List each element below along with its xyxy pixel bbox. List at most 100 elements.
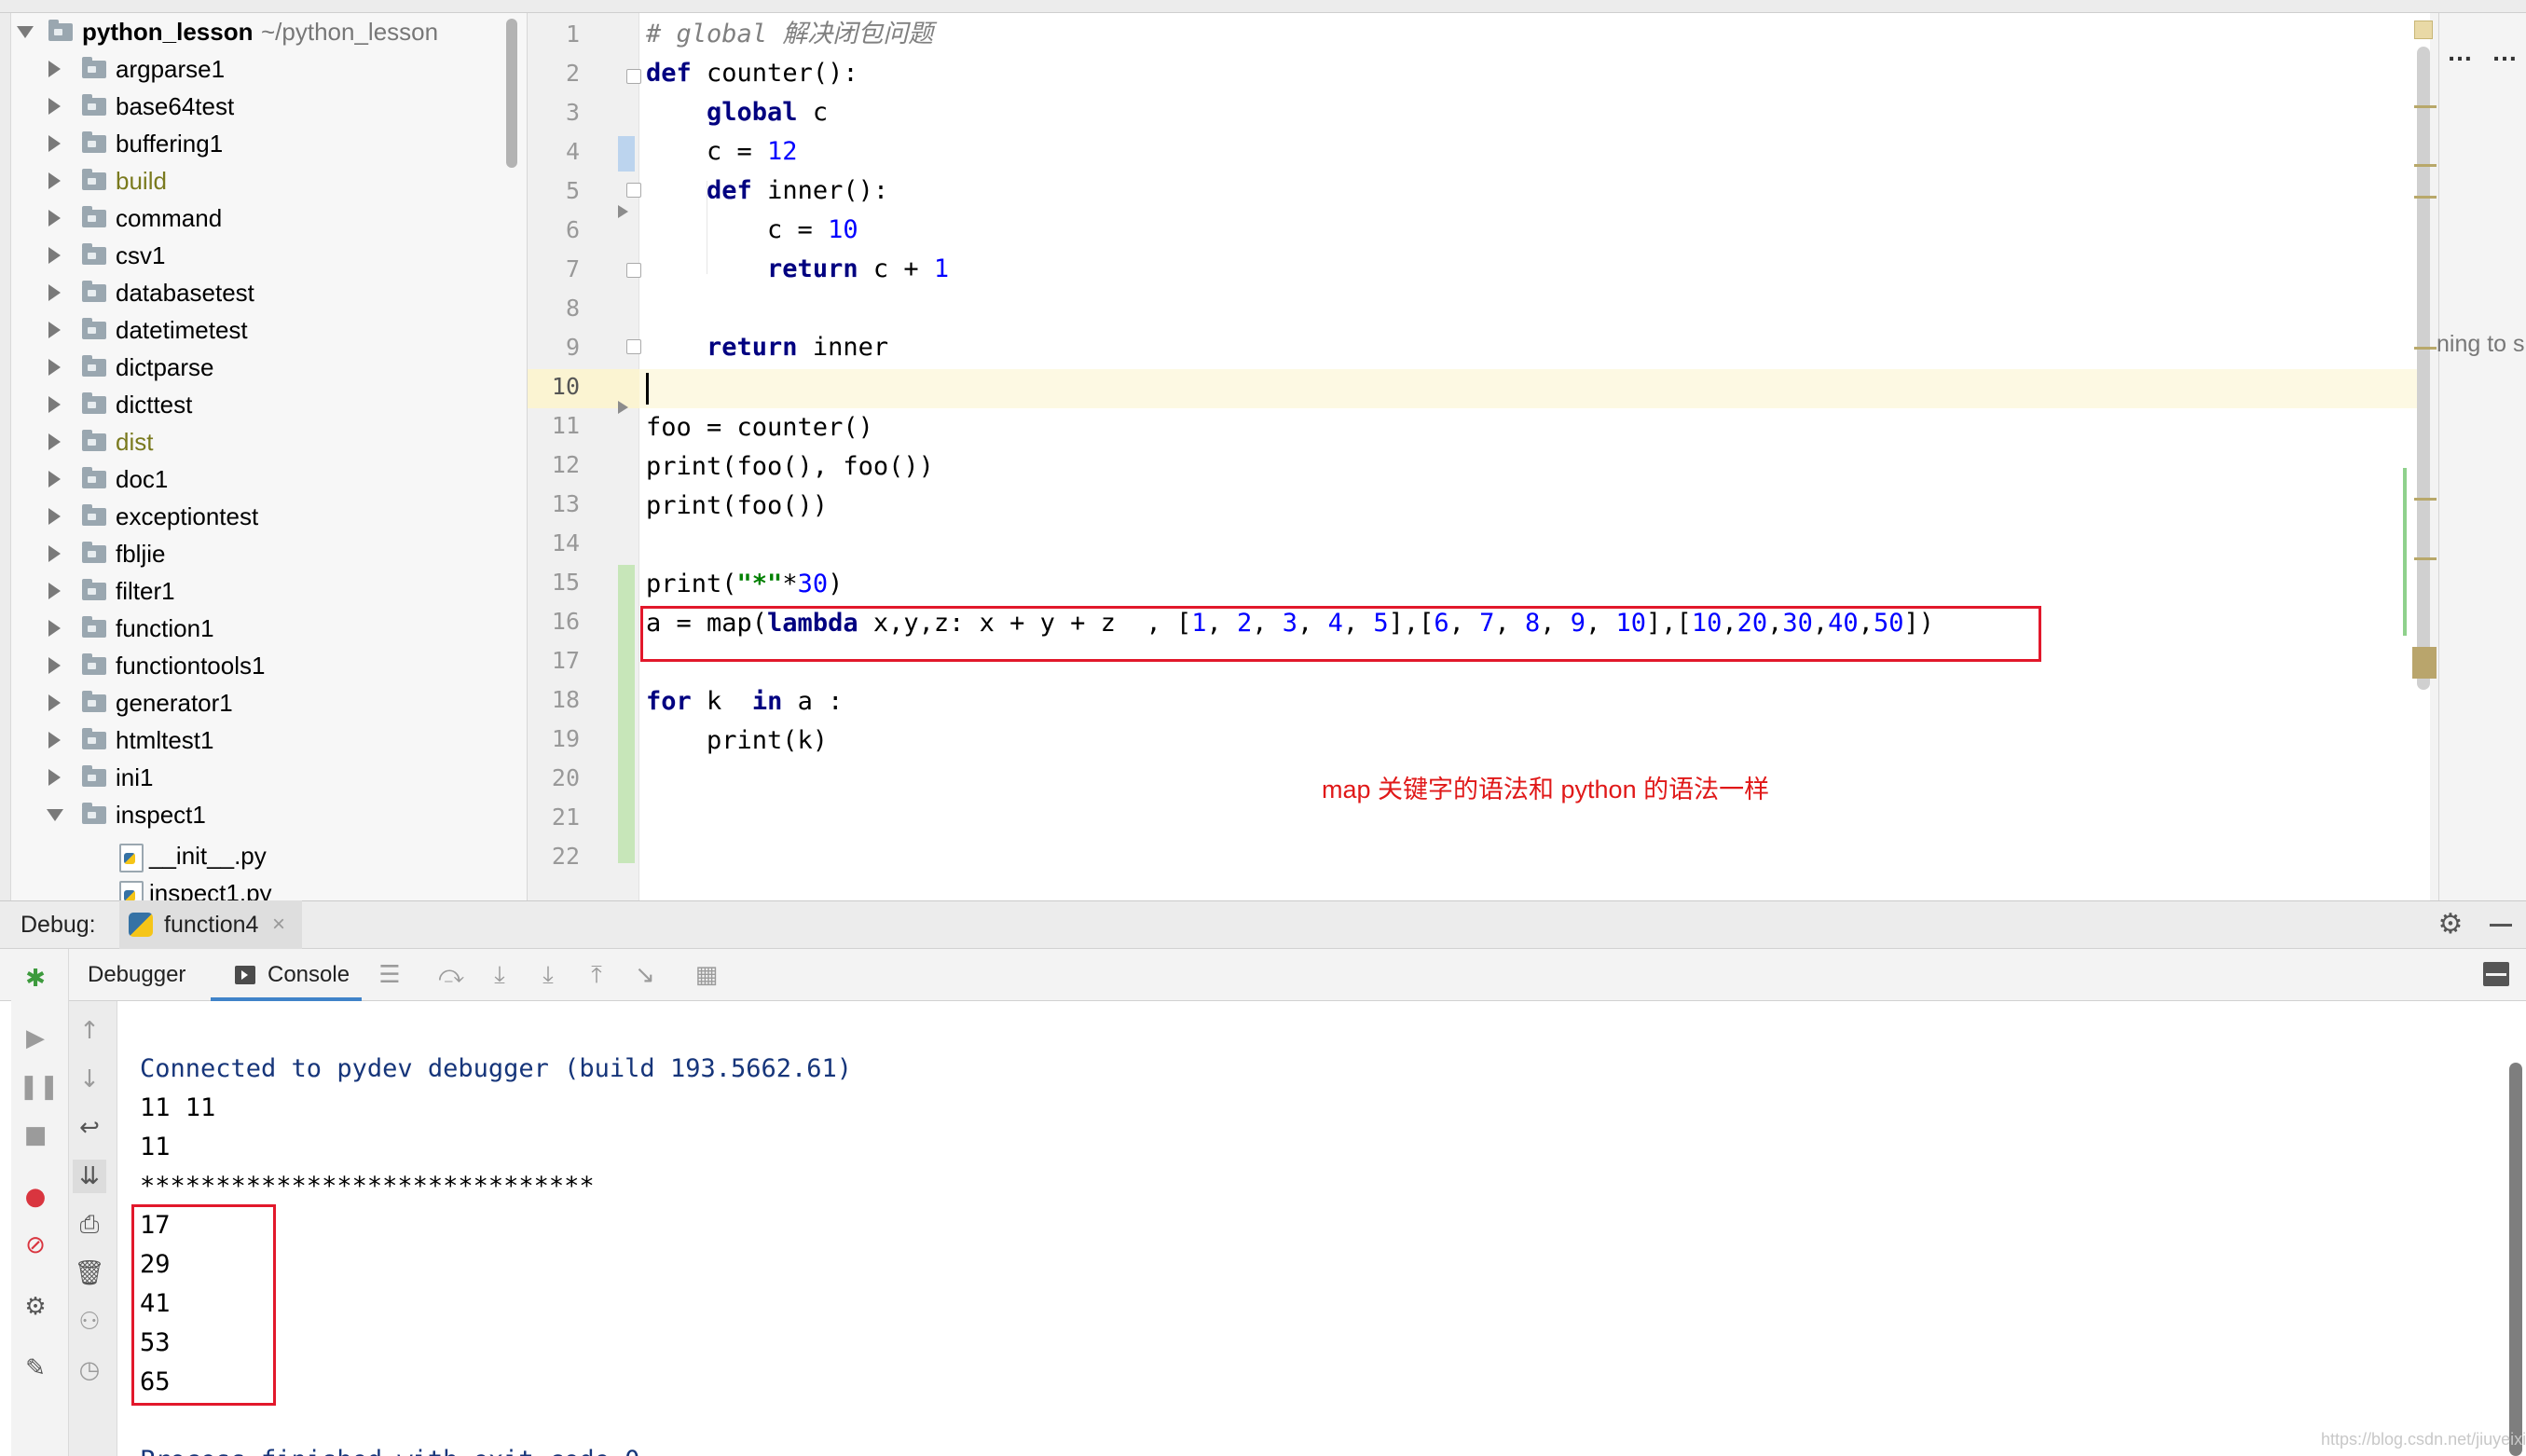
fold-toggle-icon[interactable]	[626, 69, 641, 84]
tree-item-label: base64test	[116, 92, 235, 120]
folder-icon	[82, 206, 106, 227]
stripe-marker[interactable]	[2414, 557, 2437, 560]
python-file-icon	[119, 881, 144, 900]
run-arrow-icon	[618, 401, 628, 414]
tree-scrollbar[interactable]	[506, 19, 517, 168]
tree-item-label: generator1	[116, 689, 233, 717]
vcs-added-marker	[618, 565, 635, 863]
editor-tab-strip[interactable]	[0, 0, 2526, 13]
step-out-icon[interactable]: ⤒	[580, 958, 613, 992]
chevron-right-icon[interactable]	[48, 620, 61, 637]
line-number: 22	[551, 843, 580, 870]
chevron-right-icon[interactable]	[48, 284, 61, 301]
folder-icon	[82, 728, 106, 749]
line-number: 14	[551, 529, 580, 556]
code-line-15: print("*"*30)	[646, 570, 844, 598]
folder-icon	[82, 131, 106, 153]
tree-item-label: argparse1	[116, 55, 226, 83]
settings-icon[interactable]: ⚙	[19, 1290, 52, 1324]
more-options-icon[interactable]: …	[2447, 37, 2473, 67]
chevron-right-icon[interactable]	[48, 322, 61, 338]
fold-toggle-icon[interactable]	[626, 263, 641, 278]
step-over-icon[interactable]: ⤼	[434, 958, 468, 992]
pin-icon[interactable]: ✎	[19, 1352, 52, 1385]
run-to-cursor-icon[interactable]: ↘	[628, 958, 662, 992]
layout-settings-icon[interactable]	[2483, 962, 2509, 986]
close-icon[interactable]: ×	[272, 900, 285, 949]
chevron-right-icon[interactable]	[48, 471, 61, 488]
evaluate-expression-icon[interactable]: ▦	[690, 958, 723, 992]
tree-item-label: doc1	[116, 465, 169, 493]
right-tool-panel: … …	[2438, 13, 2526, 900]
minimize-icon[interactable]	[2486, 910, 2516, 940]
stripe-marker[interactable]	[2414, 498, 2437, 501]
resume-icon[interactable]: ▶	[19, 1022, 52, 1055]
tab-console-label[interactable]: Console	[268, 949, 350, 1001]
stripe-marker-current[interactable]	[2412, 647, 2437, 679]
scroll-to-end-icon[interactable]: ⇊	[73, 1160, 106, 1193]
clear-all-icon[interactable]: 🗑	[73, 1257, 106, 1290]
tree-item-label: buffering1	[116, 130, 224, 158]
fold-toggle-icon[interactable]	[626, 339, 641, 354]
step-into-icon[interactable]: ⤓	[483, 958, 516, 992]
fold-toggle-icon[interactable]	[626, 183, 641, 198]
stop-icon[interactable]: ■	[19, 1119, 52, 1152]
chevron-right-icon[interactable]	[48, 769, 61, 786]
soft-wrap-icon[interactable]: ↩	[73, 1111, 106, 1145]
tree-item-label: dicttest	[116, 391, 193, 419]
chevron-right-icon[interactable]	[48, 135, 61, 152]
line-number: 3	[565, 99, 580, 126]
chevron-right-icon[interactable]	[48, 583, 61, 599]
view-breakpoints-icon[interactable]: ●	[19, 1180, 52, 1214]
chevron-right-icon[interactable]	[48, 98, 61, 115]
chevron-right-icon[interactable]	[48, 694, 61, 711]
chevron-right-icon[interactable]	[48, 508, 61, 525]
python-console-icon[interactable]: ⚇	[73, 1305, 106, 1339]
side-panel-peek-text: ning to s	[2437, 331, 2525, 357]
line-number: 18	[551, 686, 580, 713]
chevron-right-icon[interactable]	[48, 657, 61, 674]
history-icon[interactable]: ◷	[73, 1353, 106, 1387]
chevron-right-icon[interactable]	[48, 210, 61, 227]
chevron-down-icon[interactable]	[17, 26, 34, 38]
bug-icon[interactable]: ✱	[19, 962, 52, 996]
project-tree: python_lesson ~/python_lesson argparse1 b…	[0, 13, 528, 900]
code-line-2: def counter():	[646, 59, 858, 88]
chevron-right-icon[interactable]	[48, 396, 61, 413]
more-options-icon[interactable]: …	[2492, 37, 2518, 67]
chevron-right-icon[interactable]	[48, 172, 61, 189]
scroll-up-icon[interactable]: ↑	[73, 1014, 106, 1048]
chevron-down-icon[interactable]	[47, 809, 63, 821]
chevron-right-icon[interactable]	[48, 247, 61, 264]
threads-list-icon[interactable]: ☰	[373, 958, 406, 992]
line-number: 16	[551, 608, 580, 635]
code-line-6: c = 10	[646, 215, 858, 244]
mute-breakpoints-icon[interactable]: ⊘	[19, 1229, 52, 1262]
inspection-status-icon[interactable]	[2414, 21, 2433, 39]
editor-scrollbar[interactable]	[2417, 47, 2430, 690]
folder-icon	[82, 57, 106, 78]
folder-icon	[82, 803, 106, 824]
stripe-marker[interactable]	[2414, 164, 2437, 167]
tree-item-label: htmltest1	[116, 726, 214, 754]
stripe-marker[interactable]	[2414, 196, 2437, 199]
stripe-marker[interactable]	[2414, 347, 2437, 350]
chevron-right-icon[interactable]	[48, 61, 61, 77]
print-icon[interactable]: ⎙	[73, 1208, 106, 1242]
stripe-marker[interactable]	[2414, 105, 2437, 108]
chevron-right-icon[interactable]	[48, 359, 61, 376]
gear-icon[interactable]: ⚙	[2436, 910, 2465, 940]
chevron-right-icon[interactable]	[48, 545, 61, 562]
chevron-right-icon[interactable]	[48, 732, 61, 749]
debug-tool-window-header	[0, 900, 2526, 949]
code-line-4: c = 12	[646, 137, 798, 166]
tree-item-label: functiontools1	[116, 652, 266, 680]
code-line-9: return inner	[707, 333, 889, 362]
step-into-my-code-icon[interactable]: ⤓	[531, 958, 565, 992]
scroll-down-icon[interactable]: ↓	[73, 1063, 106, 1096]
console-scrollbar[interactable]	[2509, 1063, 2522, 1456]
run-arrow-icon	[618, 205, 628, 218]
pause-icon[interactable]: ❚❚	[19, 1070, 60, 1104]
chevron-right-icon[interactable]	[48, 433, 61, 450]
tab-debugger[interactable]: Debugger	[88, 949, 185, 1001]
